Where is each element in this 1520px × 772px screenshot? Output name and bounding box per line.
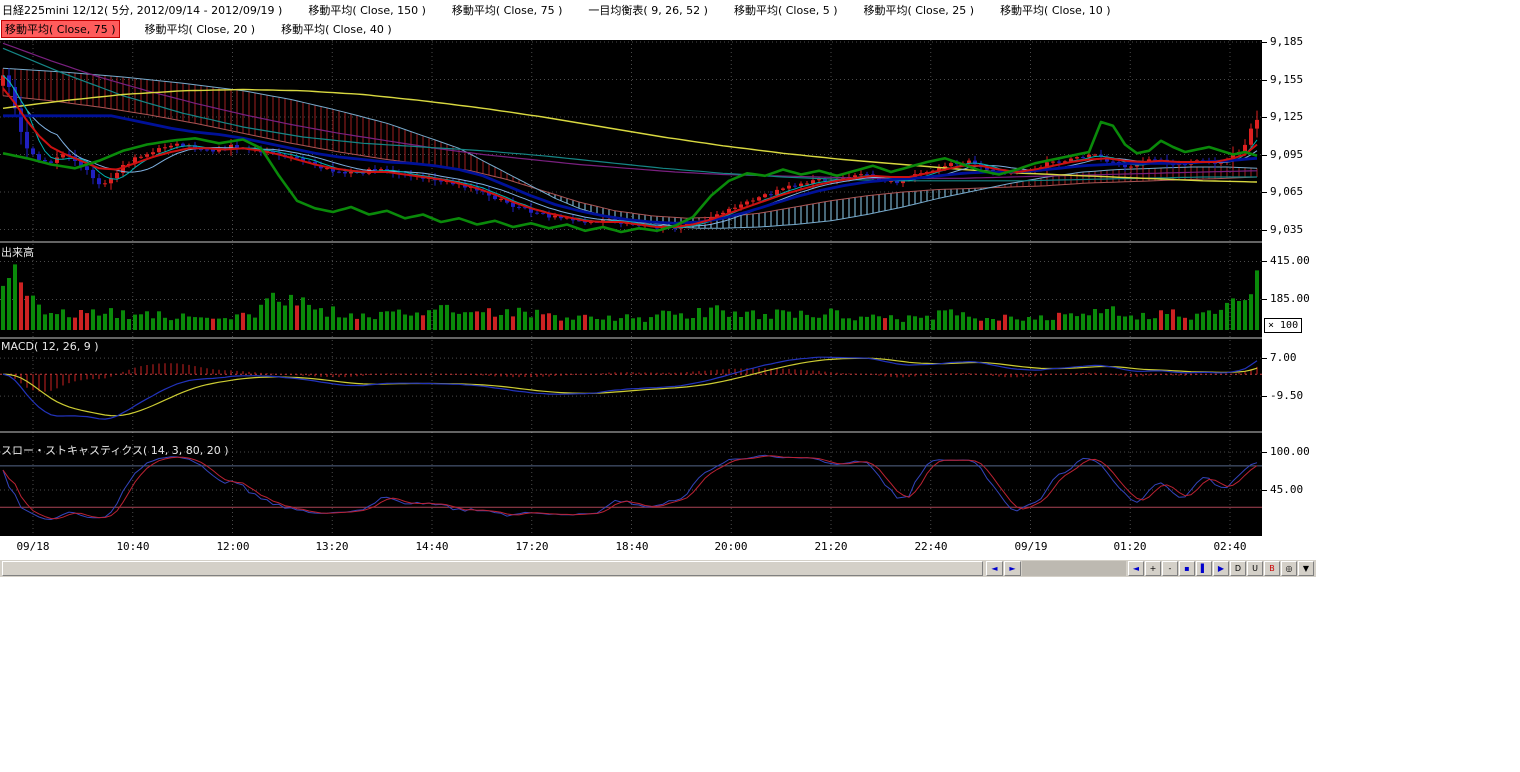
time-label: 14:40 <box>408 540 456 553</box>
axis-tick-label: 9,035 <box>1270 223 1303 236</box>
indicator-label[interactable]: 移動平均( Close, 5 ) <box>734 2 838 18</box>
axis-tick-label: 9,155 <box>1270 73 1303 86</box>
axis-tick-label: 9,095 <box>1270 148 1303 161</box>
indicator-label[interactable]: 日経225mini 12/12( 5分, 2012/09/14 - 2012/0… <box>2 2 282 18</box>
axis-tick-mark <box>1262 117 1267 118</box>
axis-tick-mark <box>1262 155 1267 156</box>
mode-d-button[interactable]: D <box>1230 561 1246 576</box>
axis-tick-mark <box>1262 299 1267 300</box>
desktop: 日経225mini 12/12( 5分, 2012/09/14 - 2012/0… <box>0 0 1520 772</box>
indicator-label[interactable]: 移動平均( Close, 150 ) <box>308 2 426 18</box>
axis-tick-label: 100.00 <box>1270 445 1310 458</box>
macd-pane-label: MACD( 12, 26, 9 ) <box>1 340 99 353</box>
time-label: 21:20 <box>807 540 855 553</box>
price-axis: × 100 9,185 9,155 9,125 9,095 9,065 9,035 415.… <box>1262 0 1316 560</box>
time-label: 09/19 <box>1007 540 1055 553</box>
time-label: 13:20 <box>308 540 356 553</box>
axis-tick-label: -9.50 <box>1270 389 1303 402</box>
indicator-row-2: 移動平均( Close, 75 ) 移動平均( Close, 20 ) 移動平均( … <box>0 19 1262 38</box>
indicator-label[interactable]: 移動平均( Close, 40 ) <box>281 21 392 37</box>
axis-tick-mark <box>1262 42 1267 43</box>
indicator-label[interactable]: 移動平均( Close, 75 ) <box>452 2 563 18</box>
indicator-label[interactable]: 移動平均( Close, 25 ) <box>864 2 975 18</box>
time-label: 01:20 <box>1106 540 1154 553</box>
mode-b-button[interactable]: B <box>1264 561 1280 576</box>
indicator-label[interactable]: 一目均衡表( 9, 26, 52 ) <box>588 2 708 18</box>
scroll-left-button[interactable]: ◄ <box>986 561 1003 576</box>
indicator-label[interactable]: 移動平均( Close, 20 ) <box>145 21 256 37</box>
axis-tick-mark <box>1262 452 1267 453</box>
chart-window: 日経225mini 12/12( 5分, 2012/09/14 - 2012/0… <box>0 0 1316 577</box>
scroll-right-button[interactable]: ► <box>1004 561 1021 576</box>
time-label: 18:40 <box>608 540 656 553</box>
target-button[interactable]: ◎ <box>1281 561 1297 576</box>
axis-tick-mark <box>1262 261 1267 262</box>
axis-tick-mark <box>1262 358 1267 359</box>
bars-narrow-button[interactable]: ▪ <box>1179 561 1195 576</box>
stoch-pane-label: スロー・ストキャスティクス( 14, 3, 80, 20 ) <box>1 442 229 458</box>
page-left-button[interactable]: ◄ <box>1128 561 1144 576</box>
plot-area[interactable] <box>0 40 1262 536</box>
time-label: 17:20 <box>508 540 556 553</box>
time-axis: 09/18 10:40 12:00 13:20 14:40 17:20 18:40 20:00… <box>0 536 1262 560</box>
axis-tick-label: 9,185 <box>1270 35 1303 48</box>
scrollbar-thumb[interactable] <box>2 561 983 576</box>
zoom-out-button[interactable]: - <box>1162 561 1178 576</box>
zoom-in-button[interactable]: + <box>1145 561 1161 576</box>
chart-svg[interactable] <box>0 40 1262 536</box>
bars-wide-button[interactable]: ▌ <box>1196 561 1212 576</box>
indicator-header: 日経225mini 12/12( 5分, 2012/09/14 - 2012/0… <box>0 0 1262 40</box>
time-label: 02:40 <box>1206 540 1254 553</box>
toolbar-button-cluster: ◄+-▪▌▶DUB◎▼ <box>1128 561 1315 576</box>
axis-tick-mark <box>1262 192 1267 193</box>
mode-u-button[interactable]: U <box>1247 561 1263 576</box>
axis-tick-label: 45.00 <box>1270 483 1303 496</box>
volume-multiplier-badge: × 100 <box>1264 318 1302 333</box>
axis-tick-mark <box>1262 490 1267 491</box>
time-label: 22:40 <box>907 540 955 553</box>
axis-tick-label: 185.00 <box>1270 292 1310 305</box>
scrollbar-track[interactable] <box>1022 561 1126 576</box>
axis-tick-mark <box>1262 396 1267 397</box>
page-right-button[interactable]: ▶ <box>1213 561 1229 576</box>
axis-tick-label: 9,065 <box>1270 185 1303 198</box>
axis-tick-label: 7.00 <box>1270 351 1297 364</box>
h-scrollbar[interactable]: ◄ ► ◄+-▪▌▶DUB◎▼ <box>0 560 1316 577</box>
menu-button[interactable]: ▼ <box>1298 561 1314 576</box>
axis-tick-mark <box>1262 80 1267 81</box>
indicator-row-1: 日経225mini 12/12( 5分, 2012/09/14 - 2012/0… <box>0 0 1262 19</box>
axis-tick-label: 415.00 <box>1270 254 1310 267</box>
indicator-label[interactable]: 移動平均( Close, 75 ) <box>2 21 119 37</box>
time-label: 12:00 <box>209 540 257 553</box>
axis-tick-mark <box>1262 230 1267 231</box>
time-label: 09/18 <box>9 540 57 553</box>
time-label: 10:40 <box>109 540 157 553</box>
time-label: 20:00 <box>707 540 755 553</box>
axis-tick-label: 9,125 <box>1270 110 1303 123</box>
volume-pane-label: 出来高 <box>1 244 34 260</box>
indicator-label[interactable]: 移動平均( Close, 10 ) <box>1000 2 1111 18</box>
